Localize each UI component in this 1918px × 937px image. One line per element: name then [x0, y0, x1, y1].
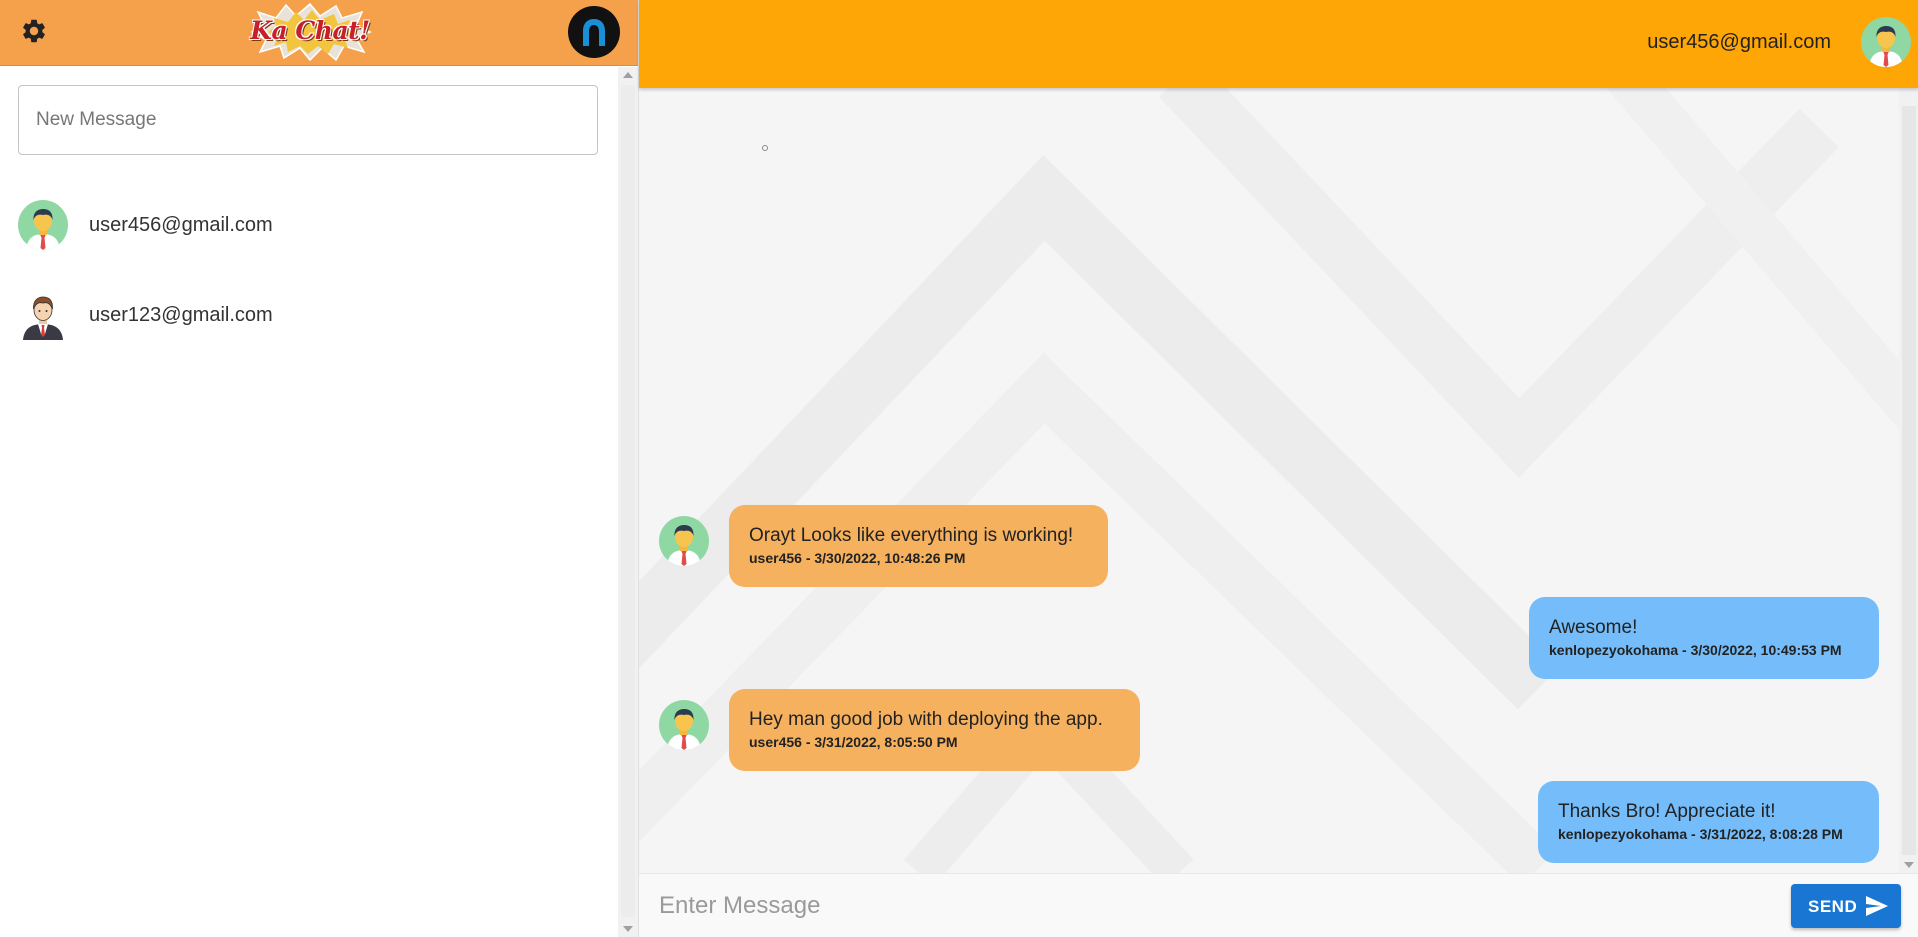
message-meta: kenlopezyokohama - 3/30/2022, 10:49:53 P…	[1549, 642, 1842, 658]
scroll-down-arrow-icon[interactable]	[1904, 862, 1914, 868]
message-input[interactable]	[649, 882, 1759, 930]
message-bubble: Awesome! kenlopezyokohama - 3/30/2022, 1…	[1529, 597, 1879, 679]
message-bubble: Hey man good job with deploying the app.…	[729, 689, 1140, 771]
new-message-input[interactable]	[18, 85, 598, 155]
chat-header: user456@gmail.com	[639, 0, 1918, 88]
loading-dot	[762, 145, 768, 151]
chat-scrollbar[interactable]	[1899, 88, 1918, 873]
contact-item[interactable]: user456@gmail.com	[0, 185, 618, 265]
message-text: Thanks Bro! Appreciate it!	[1558, 801, 1776, 822]
chat-partner-email: user456@gmail.com	[1647, 31, 1831, 53]
message-list: Orayt Looks like everything is working! …	[639, 88, 1899, 873]
avatar	[659, 516, 709, 566]
contact-item[interactable]: user123@gmail.com	[0, 275, 618, 355]
app-logo: Ka Chat!	[246, 2, 374, 62]
message-meta: kenlopezyokohama - 3/31/2022, 8:08:28 PM	[1558, 826, 1843, 842]
send-button[interactable]: SEND	[1791, 884, 1901, 928]
avatar	[18, 290, 68, 340]
scrollbar-thumb[interactable]	[1902, 106, 1916, 855]
sidebar-header: Ka Chat!	[0, 0, 638, 66]
sidebar: Ka Chat! user456@gmail.com user123@gmail…	[0, 0, 638, 937]
profile-button[interactable]	[568, 6, 620, 58]
send-icon	[1866, 896, 1888, 916]
scroll-down-arrow-icon[interactable]	[623, 926, 633, 932]
message-meta: user456 - 3/30/2022, 10:48:26 PM	[749, 550, 966, 566]
scroll-up-arrow-icon[interactable]	[623, 72, 633, 78]
message-text: Orayt Looks like everything is working!	[749, 525, 1074, 546]
message-incoming: Orayt Looks like everything is working! …	[659, 505, 1259, 589]
avatar	[659, 700, 709, 750]
avatar[interactable]	[1861, 17, 1911, 67]
message-outgoing: Thanks Bro! Appreciate it! kenlopezyokoh…	[1538, 781, 1879, 865]
contact-email: user456@gmail.com	[89, 214, 273, 236]
message-outgoing: Awesome! kenlopezyokohama - 3/30/2022, 1…	[1529, 597, 1879, 681]
sidebar-scrollbar[interactable]	[618, 67, 638, 937]
message-bubble: Orayt Looks like everything is working! …	[729, 505, 1108, 587]
chat-panel: user456@gmail.com Orayt Looks like every…	[638, 0, 1918, 937]
message-text: Hey man good job with deploying the app.	[749, 709, 1103, 730]
user-circle-icon	[583, 19, 605, 46]
gear-icon[interactable]	[20, 17, 48, 45]
message-incoming: Hey man good job with deploying the app.…	[659, 689, 1259, 773]
sidebar-body: user456@gmail.com user123@gmail.com	[0, 67, 618, 937]
contact-email: user123@gmail.com	[89, 304, 273, 326]
scrollbar-thumb[interactable]	[621, 85, 635, 917]
message-composer: SEND	[639, 873, 1918, 937]
message-meta: user456 - 3/31/2022, 8:05:50 PM	[749, 734, 958, 750]
avatar	[18, 200, 68, 250]
send-label: SEND	[1808, 897, 1858, 916]
message-text: Awesome!	[1549, 617, 1638, 638]
logo-text: Ka Chat!	[250, 16, 370, 45]
message-bubble: Thanks Bro! Appreciate it! kenlopezyokoh…	[1538, 781, 1879, 863]
